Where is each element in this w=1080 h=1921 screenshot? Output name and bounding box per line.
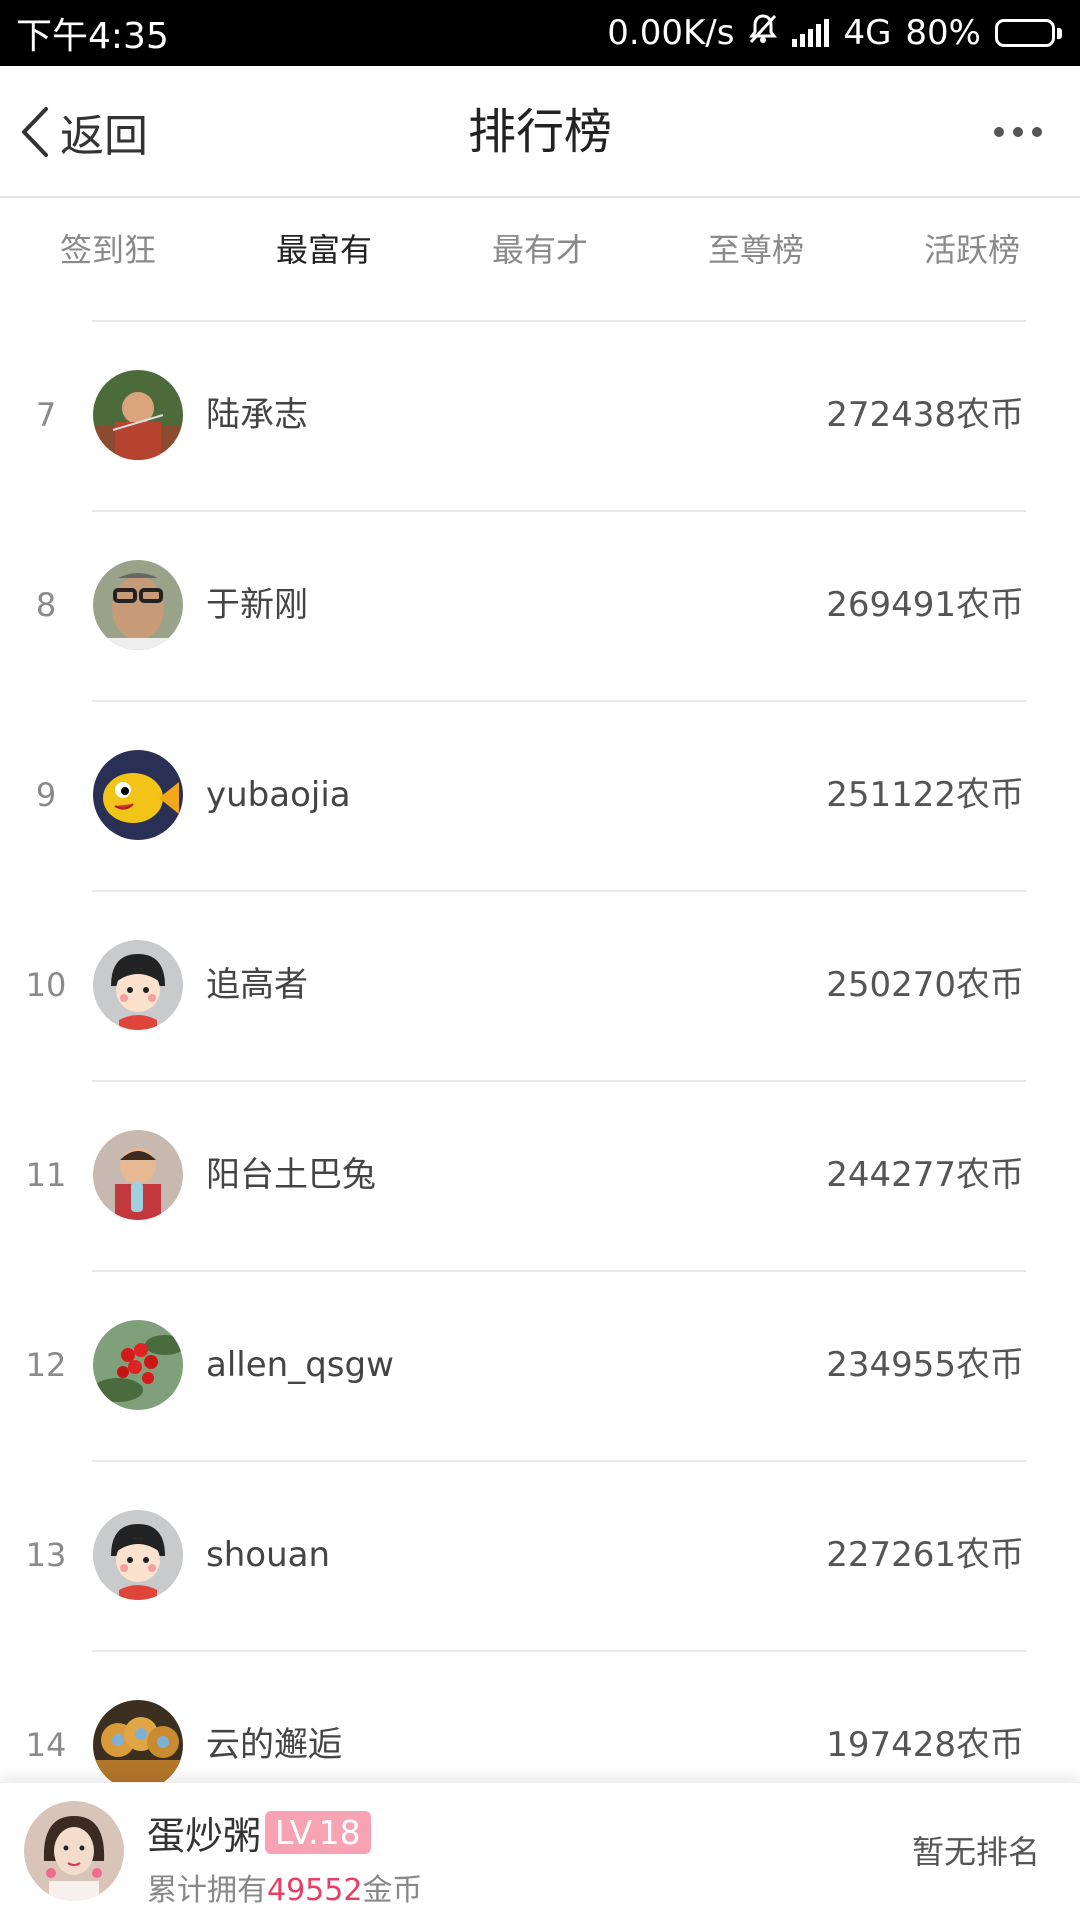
user-name: 陆承志: [206, 395, 308, 435]
user-name: yubaojia: [206, 775, 351, 815]
network-type: 4G: [843, 13, 892, 53]
my-coins: 累计拥有49552金币: [147, 1865, 422, 1909]
my-user-name: 蛋炒粥: [147, 1814, 262, 1858]
rank-number: 9: [35, 776, 57, 814]
network-speed: 0.00K/s: [607, 13, 735, 53]
rank-number: 7: [35, 396, 57, 434]
nav-bar: 返回 排行榜: [0, 66, 1080, 198]
coin-score: 234955农币: [826, 1345, 1024, 1385]
avatar[interactable]: [93, 1130, 183, 1220]
user-name: allen_qsgw: [206, 1345, 394, 1385]
status-indicators: 0.00K/s 4G 80%: [607, 13, 1062, 53]
tab-checkin[interactable]: 签到狂: [0, 198, 216, 298]
rank-number: 10: [25, 966, 67, 1004]
coin-score: 244277农币: [826, 1155, 1024, 1195]
user-name: 追高者: [206, 965, 308, 1005]
coins-suffix: 金币: [362, 1873, 423, 1908]
avatar[interactable]: [93, 1700, 183, 1790]
rank-number: 8: [35, 586, 57, 624]
coin-score: 269491农币: [826, 585, 1024, 625]
list-item[interactable]: 11 阳台土巴兔 244277农币: [0, 1080, 1080, 1270]
list-item[interactable]: 12 allen_qsgw 234955农币: [0, 1270, 1080, 1460]
avatar[interactable]: [24, 1801, 124, 1901]
tab-talented[interactable]: 最有才: [432, 198, 648, 298]
mute-bell-icon: [748, 13, 778, 53]
page-title: 排行榜: [467, 104, 612, 160]
tab-active[interactable]: 活跃榜: [864, 198, 1080, 298]
rank-status: 暂无排名: [911, 1833, 1040, 1871]
status-bar: 下午4:35 0.00K/s 4G 80%: [0, 0, 1080, 66]
battery-percent: 80%: [905, 13, 981, 53]
coin-score: 251122农币: [826, 775, 1024, 815]
list-item[interactable]: 9 yubaojia 251122农币: [0, 700, 1080, 890]
avatar[interactable]: [93, 750, 183, 840]
rank-number: 13: [25, 1536, 67, 1574]
rank-number: 12: [25, 1346, 67, 1384]
battery-icon: [995, 19, 1062, 47]
list-item[interactable]: 8 于新刚 269491农币: [0, 510, 1080, 700]
coins-prefix: 累计拥有: [147, 1873, 267, 1908]
rank-number: 11: [25, 1156, 67, 1194]
more-options-icon[interactable]: [994, 66, 1042, 198]
level-badge: LV.18: [265, 1811, 371, 1854]
coins-value: 49552: [267, 1873, 363, 1908]
tab-richest[interactable]: 最富有: [216, 198, 432, 298]
ranking-tabs: 签到狂 最富有 最有才 至尊榜 活跃榜: [0, 198, 1080, 298]
user-name: shouan: [206, 1535, 330, 1575]
coin-score: 250270农币: [826, 965, 1024, 1005]
avatar[interactable]: [93, 1320, 183, 1410]
user-name: 阳台土巴兔: [206, 1155, 376, 1195]
list-item[interactable]: 13 shouan 227261农币: [0, 1460, 1080, 1650]
avatar[interactable]: [93, 560, 183, 650]
my-name-row: 蛋炒粥 LV.18: [147, 1805, 371, 1860]
coin-score: 272438农币: [826, 395, 1024, 435]
signal-icon: [792, 19, 830, 47]
tab-supreme[interactable]: 至尊榜: [648, 198, 864, 298]
list-item[interactable]: 10 追高者 250270农币: [0, 890, 1080, 1080]
list-item[interactable]: 7 陆承志 272438农币: [0, 320, 1080, 510]
my-ranking-bar: 蛋炒粥 LV.18 累计拥有49552金币 暂无排名: [0, 1782, 1080, 1921]
user-name: 于新刚: [206, 585, 308, 625]
avatar[interactable]: [93, 1510, 183, 1600]
avatar[interactable]: [93, 370, 183, 460]
status-time: 下午4:35: [16, 16, 169, 57]
coin-score: 227261农币: [826, 1535, 1024, 1575]
avatar[interactable]: [93, 940, 183, 1030]
ranking-list: 7 陆承志 272438农币 8 于新刚 269491农币 9 yubaojia…: [0, 320, 1080, 1840]
